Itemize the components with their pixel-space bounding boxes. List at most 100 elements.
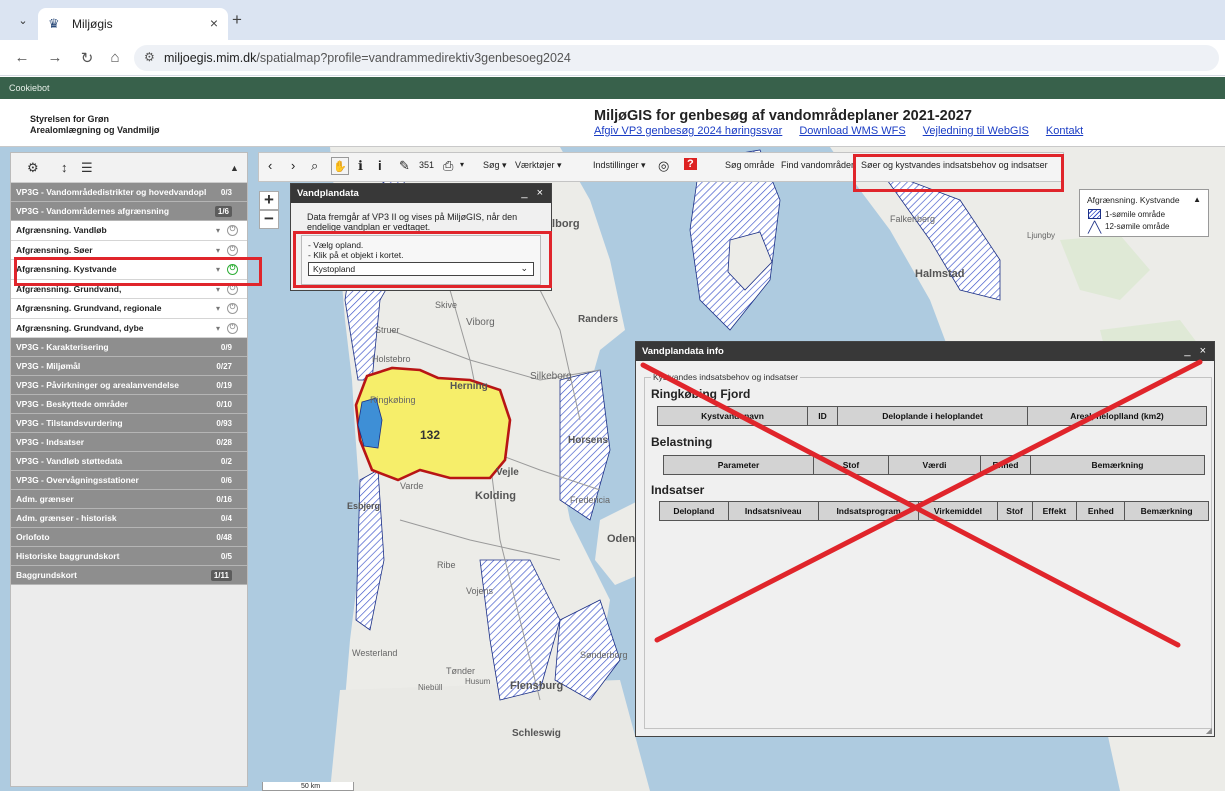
pan-hand-icon[interactable]: ✋ [331,157,349,175]
tab-title: Miljøgis [72,17,113,31]
layer-count-badge: 0/93 [216,419,232,428]
layer-label: VP3G - Vandområdedistrikter og hovedvand… [16,187,207,197]
close-tab-icon[interactable]: × [210,15,218,31]
layer-count-badge: 1/6 [214,206,232,217]
layer-group-row[interactable]: VP3G - Vandløb støttedata 0/2 [11,452,247,471]
layer-count-badge: 0/19 [216,381,232,390]
layer-row[interactable]: Afgrænsning. Grundvand, dybe ▾ ⏻ [11,318,247,338]
layer-count-badge: 0/27 [216,362,232,371]
cookie-bar-label: Cookiebot [9,83,50,93]
measure-tool[interactable]: 351 [419,160,434,170]
find-waters-button[interactable]: Find vandområder [781,160,854,170]
fieldset-legend: Kystvandes indsatsbehov og indsatser [651,372,801,382]
layer-label: VP3G - Påvirkninger og arealanvendelse [16,380,179,390]
locate-icon[interactable]: ◎ [658,158,669,174]
chevron-down-icon[interactable]: ▾ [216,221,220,240]
browser-tab-bar: ⌄ ♛ Miljøgis × + [0,0,1225,40]
list-icon[interactable]: ☰ [81,160,93,176]
layer-label: Historiske baggrundskort [16,551,120,561]
sort-icon[interactable]: ↕ [61,160,68,175]
layer-label: VP3G - Vandområdernes afgrænsning [16,206,170,216]
tab-list-chevron-icon[interactable]: ⌄ [12,10,34,32]
vandplandata-info-dialog: Vandplandata info _ × Kystvandes indsats… [635,341,1215,737]
zoom-out-button[interactable]: − [259,210,279,229]
layer-label: VP3G - Vandløb støttedata [16,456,123,466]
layer-count-badge: 1/11 [210,570,232,581]
agency-logo-text: Styrelsen for Grøn Arealomlægning og Van… [30,114,160,136]
settings-gear-icon[interactable]: ⚙ [27,160,39,176]
search-area-button[interactable]: Søg område [725,160,775,170]
layer-group-row[interactable]: VP3G - Miljømål 0/27 [11,357,247,376]
address-bar-row: ← → ↻ ⌂ ⚙ miljoegis.mim.dk/spatialmap?pr… [0,40,1225,76]
home-icon[interactable]: ⌂ [105,49,125,66]
layer-label: Adm. grænser - historisk [16,513,117,523]
layer-group-row[interactable]: VP3G - Tilstandsvurdering 0/93 [11,414,247,433]
table-header: Delоplande i heloplandet [837,406,1028,426]
dialog-controls-icon[interactable]: _ × [521,187,546,199]
chevron-down-icon[interactable]: ▾ [216,319,220,338]
link-download-wms[interactable]: Download WMS WFS [799,125,905,137]
draw-pencil-icon[interactable]: ✎ [399,158,410,174]
dialog-header[interactable]: Vandplandata _ × [291,184,551,203]
layer-count-badge: 0/48 [216,533,232,542]
layer-group-row[interactable]: VP3G - Overvågningsstationer 0/6 [11,471,247,490]
layer-group-row[interactable]: VP3G - Vandområdernes afgrænsning 1/6 [11,202,247,221]
layer-group-row[interactable]: Historiske baggrundskort 0/5 [11,547,247,566]
legend-collapse-icon[interactable]: ▲ [1193,195,1201,204]
table-header: Delopland [659,501,729,521]
print-dropdown-chevron-icon[interactable]: ▾ [460,160,464,169]
link-kontakt[interactable]: Kontakt [1046,125,1083,137]
layer-group-row[interactable]: Baggrundskort 1/11 [11,566,247,585]
layer-group-row[interactable]: VP3G - Påvirkninger og arealanvendelse 0/… [11,376,247,395]
power-toggle-icon[interactable]: ⏻ [227,244,238,256]
url-field[interactable]: ⚙ miljoegis.mim.dk/spatialmap?profile=va… [134,45,1219,71]
zoom-search-icon[interactable]: ⌕ [311,158,318,174]
table-header: Parameter [663,455,814,475]
site-settings-icon[interactable]: ⚙ [144,50,155,64]
power-toggle-icon[interactable]: ⏻ [227,225,238,236]
forward-icon[interactable]: › [291,158,295,173]
back-icon[interactable]: ‹ [268,158,272,173]
layer-group-row[interactable]: Orlofoto 0/48 [11,528,247,547]
table-header: Bemærkning [1124,501,1209,521]
settings-menu[interactable]: Indstillinger ▾ [593,160,646,171]
help-icon[interactable]: ? [684,158,697,170]
zoom-in-button[interactable]: + [259,191,279,210]
indsatser-table: Delopland Indsatsniveau Indsatsprogram V… [659,501,1209,521]
url-path: /spatialmap?profile=vandrammedirektiv3ge… [256,51,571,65]
layer-group-row[interactable]: VP3G - Karakterisering 0/9 [11,338,247,357]
layer-group-row[interactable]: VP3G - Vandområdedistrikter og hovedvand… [11,183,247,202]
link-horingssvar[interactable]: Afgiv VP3 genbesøg 2024 høringssvar [594,125,782,137]
table-header: Bemærkning [1030,455,1205,475]
link-vejledning[interactable]: Vejledning til WebGIS [923,125,1029,137]
identify-icon[interactable]: ℹ [358,158,363,174]
print-icon[interactable]: ⎙ [443,158,453,174]
collapse-panel-icon[interactable]: ▲ [230,163,239,173]
legend-item: 12-sømile område [1105,222,1170,231]
indsatser-heading: Indsatser [651,483,705,497]
layer-group-row[interactable]: VP3G - Indsatser 0/28 [11,433,247,452]
power-toggle-icon[interactable]: ⏻ [227,322,238,334]
new-tab-icon[interactable]: + [232,10,242,30]
search-menu-label: Søg [483,160,500,170]
chevron-down-icon[interactable]: ▾ [216,299,220,318]
tools-menu[interactable]: Værktøjer ▾ [515,160,562,171]
info-icon[interactable]: 𝐢 [378,158,382,174]
layer-row[interactable]: Afgrænsning. Vandløb ▾ ⏻ [11,221,247,241]
cookie-bar[interactable]: Cookiebot [0,77,1225,99]
power-toggle-icon[interactable]: ⏻ [227,303,238,314]
back-arrow-icon[interactable]: ← [12,49,32,66]
layer-row[interactable]: Afgrænsning. Grundvand, regionale ▾ ⏻ [11,299,247,319]
layer-group-row[interactable]: Adm. grænser 0/16 [11,490,247,509]
info-dialog-controls-icon[interactable]: _ × [1184,345,1209,357]
browser-tab[interactable]: ♛ Miljøgis × [38,8,228,40]
resize-handle-icon[interactable]: ◢ [1206,726,1212,735]
info-dialog-header[interactable]: Vandplandata info _ × [636,342,1214,361]
layer-group-row[interactable]: VP3G - Beskyttede områder 0/10 [11,395,247,414]
reload-icon[interactable]: ↻ [77,49,97,67]
table-header: Enhed [980,455,1031,475]
search-menu[interactable]: Søg ▾ [483,160,507,171]
agency-line-2: Arealomlægning og Vandmiljø [30,125,160,135]
forward-arrow-icon[interactable]: → [45,49,65,66]
layer-group-row[interactable]: Adm. grænser - historisk 0/4 [11,509,247,528]
